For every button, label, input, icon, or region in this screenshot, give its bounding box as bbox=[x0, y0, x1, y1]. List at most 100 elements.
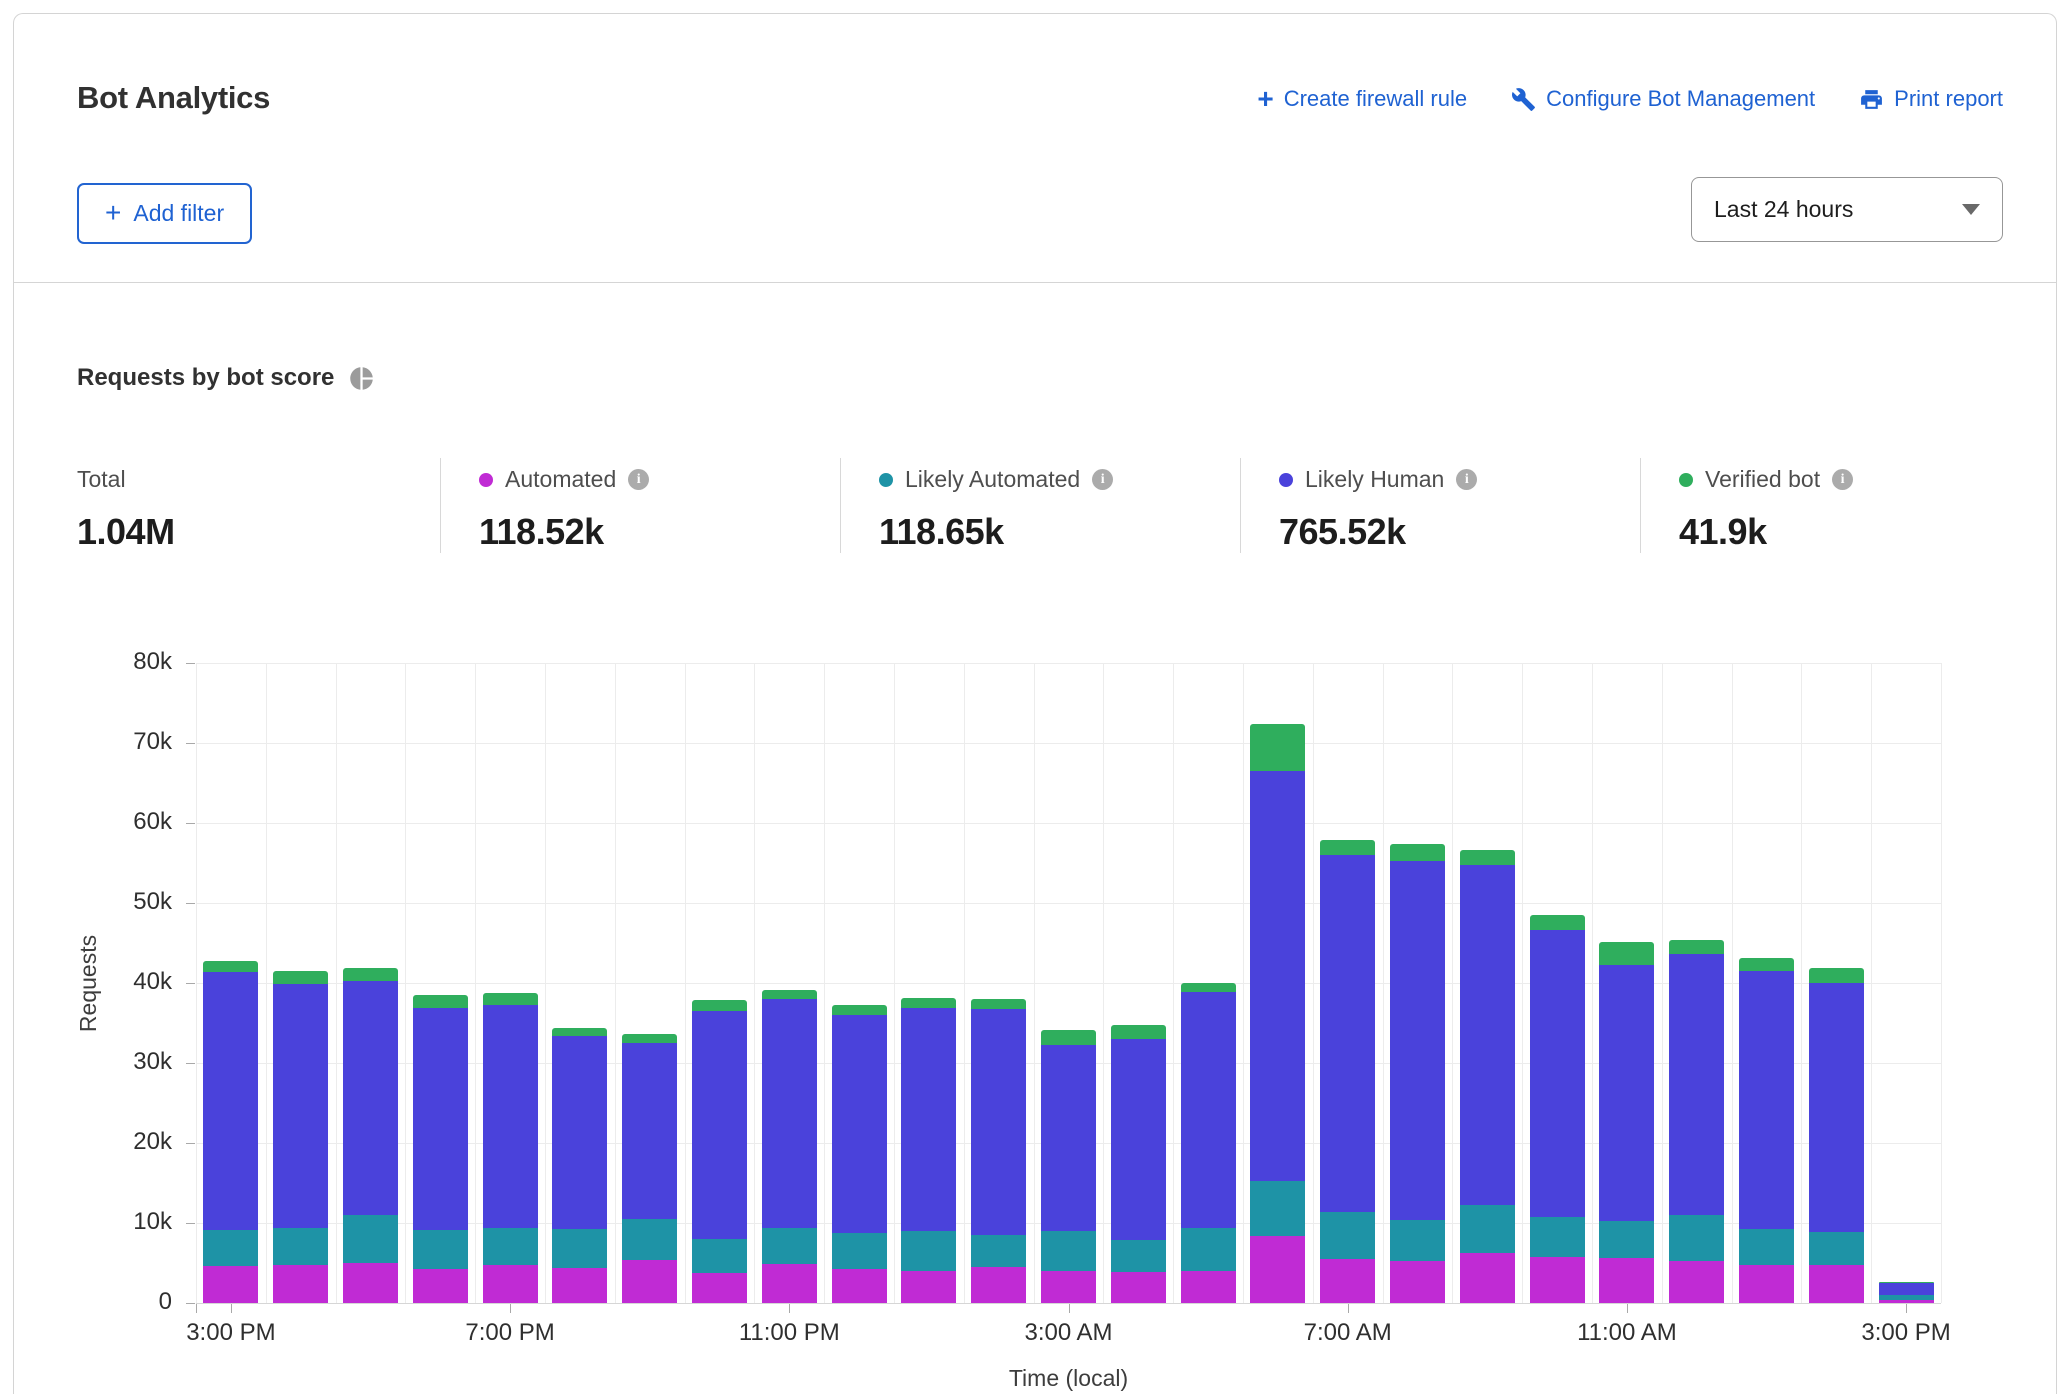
bar-segment-likely-automated[interactable] bbox=[901, 1231, 956, 1271]
bar-segment-likely-automated[interactable] bbox=[1250, 1181, 1305, 1236]
bar-segment-likely-human[interactable] bbox=[901, 1008, 956, 1231]
bar-segment-automated[interactable] bbox=[273, 1265, 328, 1303]
bar-segment-likely-automated[interactable] bbox=[1809, 1232, 1864, 1265]
bar-segment-automated[interactable] bbox=[1530, 1257, 1585, 1303]
bar-segment-likely-human[interactable] bbox=[622, 1043, 677, 1219]
bar-segment-verified-bot[interactable] bbox=[413, 995, 468, 1008]
add-filter-button[interactable]: + Add filter bbox=[77, 183, 252, 244]
bar-segment-verified-bot[interactable] bbox=[1599, 942, 1654, 965]
bar-segment-likely-automated[interactable] bbox=[692, 1239, 747, 1273]
bar-segment-verified-bot[interactable] bbox=[971, 999, 1026, 1009]
bar-segment-verified-bot[interactable] bbox=[1530, 915, 1585, 930]
bar-segment-automated[interactable] bbox=[622, 1260, 677, 1303]
bar-segment-likely-human[interactable] bbox=[692, 1011, 747, 1239]
bar-segment-likely-human[interactable] bbox=[343, 981, 398, 1215]
bar-segment-automated[interactable] bbox=[1599, 1258, 1654, 1303]
bar-segment-likely-automated[interactable] bbox=[622, 1219, 677, 1260]
bar-segment-likely-automated[interactable] bbox=[832, 1233, 887, 1268]
bar-segment-likely-human[interactable] bbox=[413, 1008, 468, 1230]
bar-segment-verified-bot[interactable] bbox=[552, 1028, 607, 1036]
bar-segment-likely-human[interactable] bbox=[832, 1015, 887, 1233]
configure-bot-management-link[interactable]: Configure Bot Management bbox=[1511, 86, 1815, 112]
bar-segment-automated[interactable] bbox=[1669, 1261, 1724, 1303]
bar-segment-automated[interactable] bbox=[1181, 1271, 1236, 1303]
bar-segment-likely-automated[interactable] bbox=[1390, 1220, 1445, 1262]
bar-segment-automated[interactable] bbox=[483, 1265, 538, 1303]
bar-segment-likely-human[interactable] bbox=[1320, 855, 1375, 1212]
create-firewall-rule-link[interactable]: +Create firewall rule bbox=[1257, 86, 1467, 112]
bar-segment-automated[interactable] bbox=[692, 1273, 747, 1303]
bar-segment-likely-human[interactable] bbox=[1669, 954, 1724, 1215]
bar-segment-automated[interactable] bbox=[1739, 1265, 1794, 1303]
info-icon[interactable]: i bbox=[1456, 469, 1477, 490]
bar-segment-verified-bot[interactable] bbox=[901, 998, 956, 1008]
bar-segment-likely-automated[interactable] bbox=[971, 1235, 1026, 1267]
bar-segment-likely-human[interactable] bbox=[1739, 971, 1794, 1229]
bar-segment-likely-automated[interactable] bbox=[343, 1215, 398, 1263]
bar-segment-verified-bot[interactable] bbox=[1320, 840, 1375, 855]
bar-segment-verified-bot[interactable] bbox=[1181, 983, 1236, 992]
bar-segment-likely-automated[interactable] bbox=[413, 1230, 468, 1268]
bar-segment-automated[interactable] bbox=[552, 1268, 607, 1303]
bar-segment-likely-human[interactable] bbox=[203, 972, 258, 1230]
bar-segment-verified-bot[interactable] bbox=[1809, 968, 1864, 983]
bar-segment-likely-human[interactable] bbox=[1111, 1039, 1166, 1240]
bar-segment-verified-bot[interactable] bbox=[1739, 958, 1794, 971]
bar-segment-verified-bot[interactable] bbox=[832, 1005, 887, 1015]
bar-segment-verified-bot[interactable] bbox=[1669, 940, 1724, 954]
bar-segment-likely-human[interactable] bbox=[1879, 1283, 1934, 1295]
bar-segment-likely-human[interactable] bbox=[1041, 1045, 1096, 1231]
bar-segment-automated[interactable] bbox=[971, 1267, 1026, 1303]
bar-segment-verified-bot[interactable] bbox=[343, 968, 398, 981]
bar-segment-likely-human[interactable] bbox=[762, 999, 817, 1228]
bar-segment-likely-human[interactable] bbox=[1809, 983, 1864, 1232]
bar-segment-automated[interactable] bbox=[1250, 1236, 1305, 1303]
bar-segment-likely-human[interactable] bbox=[1181, 992, 1236, 1228]
bar-segment-likely-automated[interactable] bbox=[1530, 1217, 1585, 1258]
bar-segment-verified-bot[interactable] bbox=[203, 961, 258, 972]
info-icon[interactable]: i bbox=[1832, 469, 1853, 490]
bar-segment-automated[interactable] bbox=[1390, 1261, 1445, 1303]
bar-segment-likely-human[interactable] bbox=[552, 1036, 607, 1230]
bar-segment-likely-automated[interactable] bbox=[1460, 1205, 1515, 1253]
bar-segment-automated[interactable] bbox=[762, 1264, 817, 1303]
bar-segment-likely-automated[interactable] bbox=[762, 1228, 817, 1264]
print-report-link[interactable]: Print report bbox=[1859, 86, 2003, 112]
info-icon[interactable]: i bbox=[1092, 469, 1113, 490]
bar-segment-automated[interactable] bbox=[1809, 1265, 1864, 1303]
bar-segment-likely-human[interactable] bbox=[1599, 965, 1654, 1221]
bar-segment-automated[interactable] bbox=[1111, 1272, 1166, 1303]
bar-segment-automated[interactable] bbox=[1320, 1259, 1375, 1303]
time-range-select[interactable]: Last 24 hours bbox=[1691, 177, 2003, 242]
bar-segment-verified-bot[interactable] bbox=[483, 993, 538, 1005]
bar-segment-automated[interactable] bbox=[1879, 1300, 1934, 1303]
bar-segment-automated[interactable] bbox=[832, 1269, 887, 1303]
bar-segment-likely-automated[interactable] bbox=[1181, 1228, 1236, 1271]
bar-segment-automated[interactable] bbox=[413, 1269, 468, 1303]
bar-segment-likely-automated[interactable] bbox=[1739, 1229, 1794, 1264]
bar-segment-automated[interactable] bbox=[1460, 1253, 1515, 1303]
bar-segment-likely-human[interactable] bbox=[1530, 930, 1585, 1216]
bar-segment-likely-human[interactable] bbox=[971, 1009, 1026, 1235]
bar-segment-likely-human[interactable] bbox=[1460, 865, 1515, 1205]
bar-segment-likely-automated[interactable] bbox=[1669, 1215, 1724, 1261]
bar-segment-automated[interactable] bbox=[901, 1271, 956, 1303]
bar-segment-verified-bot[interactable] bbox=[692, 1000, 747, 1011]
bar-segment-verified-bot[interactable] bbox=[762, 990, 817, 999]
bar-segment-likely-human[interactable] bbox=[273, 984, 328, 1228]
bar-segment-likely-human[interactable] bbox=[1250, 771, 1305, 1181]
info-icon[interactable]: i bbox=[628, 469, 649, 490]
bar-segment-likely-automated[interactable] bbox=[273, 1228, 328, 1265]
bar-segment-verified-bot[interactable] bbox=[1041, 1030, 1096, 1044]
bar-segment-likely-automated[interactable] bbox=[552, 1229, 607, 1267]
bar-segment-automated[interactable] bbox=[343, 1263, 398, 1303]
bar-segment-automated[interactable] bbox=[1041, 1271, 1096, 1303]
bar-segment-verified-bot[interactable] bbox=[273, 971, 328, 984]
bar-segment-likely-automated[interactable] bbox=[203, 1230, 258, 1266]
bar-segment-verified-bot[interactable] bbox=[622, 1034, 677, 1043]
bar-segment-likely-automated[interactable] bbox=[1041, 1231, 1096, 1271]
bar-segment-verified-bot[interactable] bbox=[1250, 724, 1305, 771]
bar-segment-verified-bot[interactable] bbox=[1879, 1282, 1934, 1283]
bar-segment-verified-bot[interactable] bbox=[1111, 1025, 1166, 1039]
bar-segment-verified-bot[interactable] bbox=[1390, 844, 1445, 861]
